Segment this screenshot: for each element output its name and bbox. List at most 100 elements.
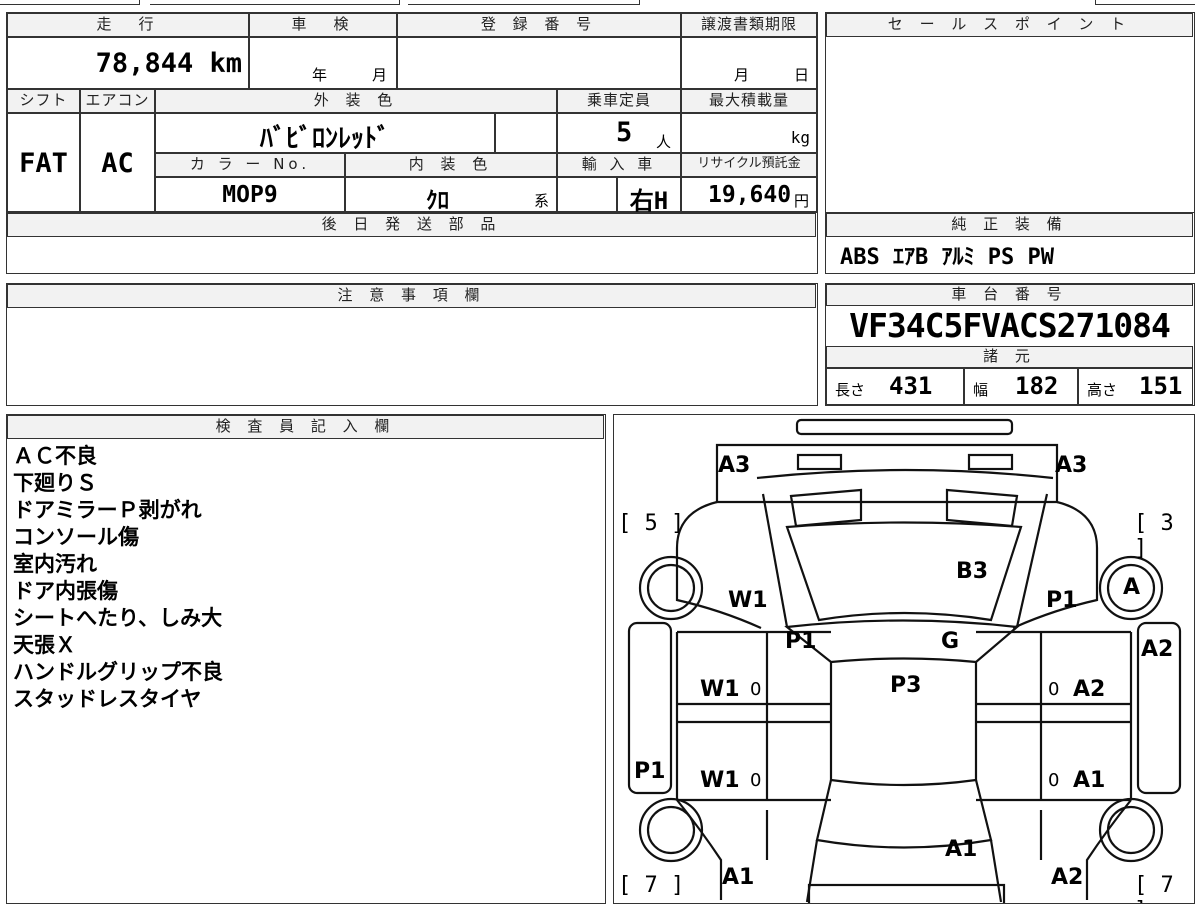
- damage-label: P1: [1046, 588, 1078, 613]
- transfer-day: 日: [794, 66, 810, 84]
- damage-label: W1: [700, 677, 740, 702]
- inspector-note: 下廻りＳ: [13, 471, 97, 495]
- damage-label: W1: [728, 588, 768, 613]
- header-recycle: リサイクル預託金: [681, 153, 817, 177]
- dim-length-value: 431: [889, 372, 933, 400]
- damage-label: A: [1123, 575, 1141, 600]
- import-cell: 右H: [617, 177, 681, 215]
- max-load-unit: kg: [790, 128, 810, 147]
- spec-table: 走 行 車 検 登 録 番 号 譲渡書類期限 78,844 km 年 月 月 日…: [6, 12, 818, 215]
- car-diagram: A3 A3 B3 W1 P1 A P1 G A2 W1 0 P3 0 A2 P1…: [613, 414, 1195, 904]
- damage-label: 0: [1048, 770, 1060, 791]
- header-exterior-color: 外 装 色: [155, 89, 557, 113]
- dim-width-value: 182: [1015, 372, 1059, 400]
- header-inspection: 車 検: [249, 13, 397, 37]
- inspector-note: コンソール傷: [13, 525, 139, 549]
- exterior-color-value: ﾊﾞﾋﾞﾛﾝﾚｯﾄﾞ: [259, 124, 390, 154]
- inspection-year: 年: [312, 66, 328, 84]
- inspector-notes-box: 検 査 員 記 入 欄 ＡＣ不良 下廻りＳ ドアミラーＰ剥がれ コンソール傷 室…: [6, 414, 606, 904]
- damage-label: A1: [1073, 768, 1106, 793]
- equipment-value: ABS ｴｱB ｱﾙﾐ PS PW: [840, 245, 1054, 270]
- dim-height-cell: 高さ 151: [1078, 368, 1193, 405]
- header-shift: シフト: [7, 89, 80, 113]
- chassis-header: 車 台 番 号: [826, 284, 1193, 306]
- damage-label: P1: [634, 759, 666, 784]
- damage-label: B3: [956, 559, 989, 584]
- damage-label: 0: [750, 770, 762, 791]
- aircon-cell: AC: [80, 113, 155, 212]
- header-capacity: 乗車定員: [557, 89, 681, 113]
- mileage-cell: 78,844 km: [7, 37, 249, 89]
- damage-label: A2: [1073, 677, 1106, 702]
- header-aircon: エアコン: [80, 89, 155, 113]
- color-no-cell: MOP9: [155, 177, 345, 212]
- capacity-value: 5: [616, 117, 633, 148]
- inspector-note: スタッドレスタイヤ: [13, 687, 202, 711]
- caution-notes-header: 注 意 事 項 欄: [7, 284, 816, 308]
- mileage-value: 78,844: [95, 48, 194, 79]
- dim-width-label: 幅: [973, 381, 989, 399]
- damage-label: A3: [718, 453, 751, 478]
- caution-notes-box: 注 意 事 項 欄: [6, 283, 818, 406]
- header-registration: 登 録 番 号: [397, 13, 681, 37]
- header-color-no: カ ラ ー No.: [155, 153, 345, 177]
- damage-label: A1: [722, 865, 755, 890]
- dimensions-header: 諸 元: [826, 346, 1193, 368]
- chassis-box: 車 台 番 号 VF34C5FVACS271084 諸 元 長さ 431 幅 1…: [825, 283, 1195, 406]
- inspector-notes-header: 検 査 員 記 入 欄: [7, 415, 604, 439]
- dim-length-cell: 長さ 431: [826, 368, 964, 405]
- interior-color-cell: ｸﾛ 系: [345, 177, 557, 214]
- inspector-notes-list: ＡＣ不良 下廻りＳ ドアミラーＰ剥がれ コンソール傷 室内汚れ ドア内張傷 シー…: [13, 443, 223, 713]
- inspector-note: 室内汚れ: [13, 552, 97, 576]
- dim-height-value: 151: [1139, 372, 1183, 400]
- header-mileage: 走 行: [7, 13, 249, 37]
- dim-width-cell: 幅 182: [964, 368, 1078, 405]
- equipment-box: 純 正 装 備 ABS ｴｱB ｱﾙﾐ PS PW: [825, 212, 1195, 274]
- header-transfer-deadline: 譲渡書類期限: [681, 13, 817, 37]
- later-parts-box: 後 日 発 送 部 品: [6, 212, 818, 274]
- bracket-label: [ 7 ]: [1134, 873, 1174, 903]
- inspector-note: ＡＣ不良: [13, 444, 97, 468]
- capacity-cell: 5 人: [557, 113, 681, 153]
- interior-suffix: 系: [534, 192, 550, 210]
- damage-label: A3: [1055, 453, 1088, 478]
- recycle-value: 19,640: [708, 182, 792, 208]
- transfer-deadline-cell: 月 日: [681, 37, 817, 89]
- bracket-label: [ 7 ]: [618, 873, 685, 898]
- damage-label: G: [941, 629, 960, 654]
- damage-label: A2: [1141, 637, 1174, 662]
- transfer-month: 月: [734, 66, 750, 84]
- bracket-label: [ 3 ]: [1134, 511, 1174, 561]
- damage-label: P1: [785, 629, 817, 654]
- color-no-value: MOP9: [222, 182, 278, 208]
- inspector-note: ドア内張傷: [13, 579, 118, 603]
- inspector-note: シートへたり、しみ大: [13, 606, 223, 630]
- inspector-note: ドアミラーＰ剥がれ: [13, 498, 202, 522]
- equipment-header: 純 正 装 備: [826, 213, 1193, 237]
- interior-color-value: ｸﾛ: [426, 188, 449, 214]
- capacity-unit: 人: [656, 133, 672, 151]
- sales-point-box: セ ー ル ス ポ イ ン ト: [825, 12, 1195, 213]
- damage-label: W1: [700, 768, 740, 793]
- import-value: 右H: [629, 187, 669, 215]
- exterior-color-cell: ﾊﾞﾋﾞﾛﾝﾚｯﾄﾞ: [155, 113, 495, 154]
- damage-label: 0: [750, 679, 762, 700]
- header-interior-color: 内 装 色: [345, 153, 557, 177]
- damage-label: A2: [1051, 865, 1084, 890]
- dim-length-label: 長さ: [835, 381, 866, 399]
- recycle-unit: 円: [794, 192, 810, 210]
- registration-cell: [397, 37, 681, 89]
- inspection-cell: 年 月: [249, 37, 397, 89]
- shift-value: FAT: [19, 148, 68, 179]
- mileage-unit: km: [209, 48, 242, 79]
- recycle-cell: 19,640 円: [681, 177, 817, 212]
- damage-label: P3: [890, 673, 922, 698]
- car-outline: [627, 418, 1182, 903]
- inspector-note: ハンドルグリップ不良: [13, 660, 223, 684]
- damage-label: A1: [945, 837, 978, 862]
- max-load-cell: kg: [681, 113, 817, 153]
- inspection-month: 月: [372, 66, 388, 84]
- header-import: 輸 入 車: [557, 153, 681, 177]
- sales-point-header: セ ー ル ス ポ イ ン ト: [826, 13, 1193, 37]
- damage-label: 0: [1048, 679, 1060, 700]
